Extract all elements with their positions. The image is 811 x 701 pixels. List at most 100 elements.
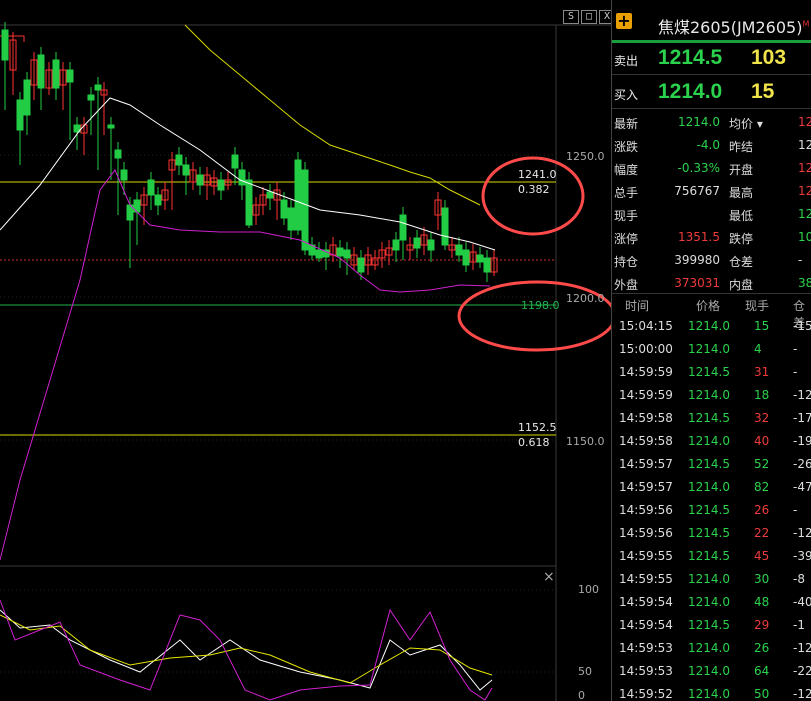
bid-label: 买入 xyxy=(614,88,639,102)
candle-body xyxy=(245,179,253,226)
kline-chart[interactable]: 1250.0 1200.0 1150.0 100 50 0 × 1241.0 0.382 1198… xyxy=(0,0,611,701)
candle-body xyxy=(280,199,288,219)
tick-volume: 22 xyxy=(754,526,770,540)
tick-row[interactable]: 15:00:00 1214.0 4 - xyxy=(612,338,811,361)
tick-row[interactable]: 14:59:57 1214.5 52 -26 xyxy=(612,453,811,476)
tick-row[interactable]: 14:59:52 1214.0 50 -12 xyxy=(612,683,811,701)
tick-price: 1214.0 xyxy=(688,572,730,586)
tick-volume: 26 xyxy=(754,641,770,655)
tick-price: 1214.5 xyxy=(688,457,730,471)
tick-price: 1214.0 xyxy=(688,434,730,448)
ask-price: 1214.5 xyxy=(658,46,723,69)
stat-label: 外盘 xyxy=(614,278,639,292)
tick-time: 14:59:58 xyxy=(619,411,673,425)
tick-row[interactable]: 14:59:59 1214.5 31 - xyxy=(612,361,811,384)
tick-row[interactable]: 14:59:54 1214.0 48 -40 xyxy=(612,591,811,614)
tick-oi-change: -39 xyxy=(793,549,811,563)
stat-value: 399980 xyxy=(674,253,720,267)
tick-row[interactable]: 14:59:58 1214.5 32 -17 xyxy=(612,407,811,430)
stat-label: 现手 xyxy=(614,209,639,223)
kdj-j-line xyxy=(0,599,493,701)
candle-body xyxy=(462,249,470,266)
ask-label: 卖出 xyxy=(614,54,639,68)
tick-oi-change: -22 xyxy=(793,664,811,678)
tick-volume: 48 xyxy=(754,595,770,609)
stat-value: 373031 xyxy=(674,276,720,290)
tick-volume: 50 xyxy=(754,687,770,701)
main-contract-badge: M xyxy=(802,19,810,29)
tick-row[interactable]: 14:59:56 1214.5 22 -12 xyxy=(612,522,811,545)
candle-body xyxy=(52,59,60,89)
tick-time: 14:59:54 xyxy=(619,618,673,632)
tick-row[interactable]: 14:59:55 1214.0 30 -8 xyxy=(612,568,811,591)
stat-value: 12 xyxy=(798,115,811,129)
tick-volume: 30 xyxy=(754,572,770,586)
tick-row[interactable]: 15:04:15 1214.0 15 -15 xyxy=(612,315,811,338)
candle-body xyxy=(114,149,122,159)
tick-price: 1214.0 xyxy=(688,388,730,402)
stat-row: 最新 1214.0 均价 ▾ 12 xyxy=(612,112,811,135)
fib-price-label: 1198.0 xyxy=(521,299,560,312)
candle-body xyxy=(23,79,31,116)
tick-time: 14:59:55 xyxy=(619,572,673,586)
kdj-tick-label: 0 xyxy=(578,689,585,701)
tick-row[interactable]: 14:59:58 1214.0 40 -19 xyxy=(612,430,811,453)
contract-name: 焦煤2605(JM2605) xyxy=(658,18,803,37)
tick-row[interactable]: 14:59:53 1214.0 64 -22 xyxy=(612,660,811,683)
tick-row[interactable]: 14:59:56 1214.5 26 - xyxy=(612,499,811,522)
tick-price: 1214.0 xyxy=(688,687,730,701)
tick-volume: 29 xyxy=(754,618,770,632)
stat-label: 仓差 xyxy=(729,255,754,269)
bid-row[interactable]: 买入 1214.0 15 xyxy=(612,78,811,109)
tick-price: 1214.5 xyxy=(688,618,730,632)
candle-body xyxy=(16,99,24,131)
price-bar xyxy=(612,40,811,43)
candle-body xyxy=(287,207,295,231)
kdj-k-line xyxy=(0,609,493,691)
candle-body xyxy=(217,179,225,191)
stat-value: 12 xyxy=(798,138,811,152)
candle-body xyxy=(196,174,204,186)
tick-row[interactable]: 14:59:55 1214.5 45 -39 xyxy=(612,545,811,568)
maximize-button[interactable]: □ xyxy=(581,10,597,24)
candle-body xyxy=(427,239,435,251)
tick-volume: 32 xyxy=(754,411,770,425)
tick-row[interactable]: 14:59:53 1214.0 26 -12 xyxy=(612,637,811,660)
tick-oi-change: -8 xyxy=(793,572,805,586)
tick-list[interactable]: 15:04:15 1214.0 15 -15 15:00:00 1214.0 4-14:59… xyxy=(612,315,811,701)
tick-oi-change: -47 xyxy=(793,480,811,494)
kdj-tick-label: 100 xyxy=(578,583,599,596)
tick-time: 14:59:56 xyxy=(619,526,673,540)
tick-oi-change: -26 xyxy=(793,457,811,471)
candle-body xyxy=(294,159,302,231)
candle-body xyxy=(1,29,9,61)
candle-body xyxy=(120,169,128,181)
stat-value: 1351.5 xyxy=(678,230,720,244)
tick-row[interactable]: 14:59:59 1214.0 18 -12 xyxy=(612,384,811,407)
tick-volume: 18 xyxy=(754,388,770,402)
stat-label: 总手 xyxy=(614,186,639,200)
tick-price: 1214.0 xyxy=(688,641,730,655)
stat-value: 12 xyxy=(798,161,811,175)
fib-ratio-label: 0.382 xyxy=(518,183,550,196)
stat-label: 均价 ▾ xyxy=(729,117,763,131)
add-icon[interactable]: + xyxy=(616,13,632,29)
stat-label: 涨跌 xyxy=(614,140,639,154)
candle-body xyxy=(266,191,274,199)
tick-row[interactable]: 14:59:54 1214.5 29 -1 xyxy=(612,614,811,637)
tick-price: 1214.0 xyxy=(688,342,730,356)
stat-label: 最高 xyxy=(729,186,754,200)
stat-value: 756767 xyxy=(674,184,720,198)
s-button[interactable]: S xyxy=(563,10,579,24)
stat-row: 总手 756767 最高 12 xyxy=(612,181,811,204)
candle-body xyxy=(66,69,74,83)
tick-row[interactable]: 14:59:57 1214.0 82 -47 xyxy=(612,476,811,499)
tick-price: 1214.5 xyxy=(688,549,730,563)
tick-time: 15:04:15 xyxy=(619,319,673,333)
stat-value: 1214.0 xyxy=(678,115,720,129)
candle-body xyxy=(343,249,351,259)
ask-row[interactable]: 卖出 1214.5 103 xyxy=(612,44,811,75)
stat-row: 幅度 -0.33% 开盘 12 xyxy=(612,158,811,181)
candle-body xyxy=(315,249,323,259)
stat-row: 涨停 1351.5 跌停 10 xyxy=(612,227,811,250)
